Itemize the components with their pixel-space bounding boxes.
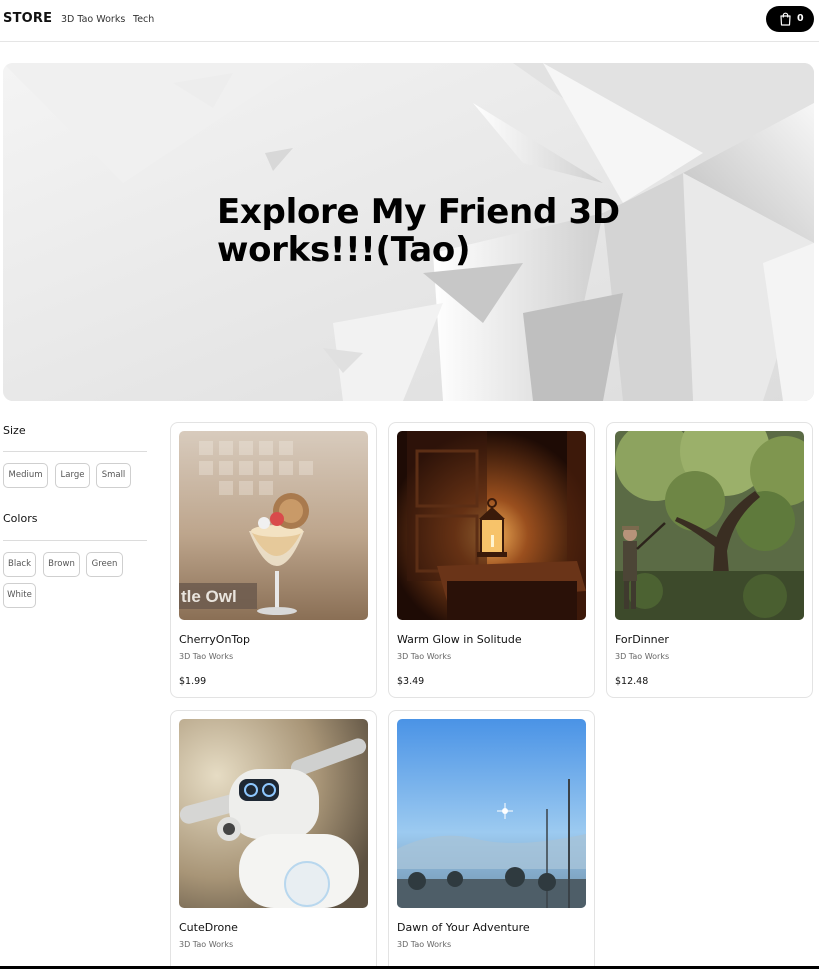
size-chip-large[interactable]: Large <box>55 463 90 488</box>
hero-banner: Explore My Friend 3D works!!!(Tao) <box>3 63 814 401</box>
product-name[interactable]: CuteDrone <box>179 921 238 934</box>
product-category: 3D Tao Works <box>397 652 452 661</box>
product-category: 3D Tao Works <box>397 940 452 949</box>
product-name[interactable]: Dawn of Your Adventure <box>397 921 530 934</box>
cart-count: 0 <box>797 13 804 24</box>
product-name[interactable]: Warm Glow in Solitude <box>397 633 522 646</box>
product-price: $12.48 <box>615 676 649 687</box>
nav-link-tech[interactable]: Tech <box>133 14 154 25</box>
divider <box>3 451 147 452</box>
size-chip-small[interactable]: Small <box>96 463 131 488</box>
top-navbar: STORE 3D Tao Works Tech 0 <box>0 0 819 42</box>
colors-filter-heading: Colors <box>3 512 38 525</box>
product-card[interactable]: Warm Glow in Solitude 3D Tao Works $3.49 <box>388 422 595 698</box>
cart-button[interactable]: 0 <box>766 6 814 32</box>
size-chip-medium[interactable]: Medium <box>3 463 48 488</box>
size-filter-heading: Size <box>3 424 26 437</box>
product-name[interactable]: CherryOnTop <box>179 633 250 646</box>
color-chip-black[interactable]: Black <box>3 552 36 577</box>
product-category: 3D Tao Works <box>615 652 670 661</box>
product-image-drone[interactable] <box>179 719 368 908</box>
product-category: 3D Tao Works <box>179 940 234 949</box>
store-logo[interactable]: STORE <box>3 11 52 26</box>
product-image-forest[interactable] <box>615 431 804 620</box>
nav-link-3d-tao-works[interactable]: 3D Tao Works <box>61 14 125 25</box>
image-overlay-text: tle Owl <box>181 587 237 606</box>
color-chip-green[interactable]: Green <box>86 552 123 577</box>
product-image-lantern[interactable] <box>397 431 586 620</box>
product-image-dessert[interactable]: tle Owl <box>179 431 368 620</box>
product-card[interactable]: ForDinner 3D Tao Works $12.48 <box>606 422 813 698</box>
product-card[interactable]: CuteDrone 3D Tao Works <box>170 710 377 969</box>
product-category: 3D Tao Works <box>179 652 234 661</box>
product-image-sky[interactable] <box>397 719 586 908</box>
product-price: $3.49 <box>397 676 425 687</box>
divider <box>3 540 147 541</box>
product-card[interactable]: Dawn of Your Adventure 3D Tao Works <box>388 710 595 969</box>
color-chip-brown[interactable]: Brown <box>43 552 80 577</box>
hero-title: Explore My Friend 3D works!!!(Tao) <box>217 192 620 270</box>
shopping-bag-icon <box>780 12 791 26</box>
product-card[interactable]: tle Owl CherryOnTop 3D Tao Works $1.99 <box>170 422 377 698</box>
product-name[interactable]: ForDinner <box>615 633 669 646</box>
product-price: $1.99 <box>179 676 207 687</box>
color-chip-white[interactable]: White <box>3 583 36 608</box>
